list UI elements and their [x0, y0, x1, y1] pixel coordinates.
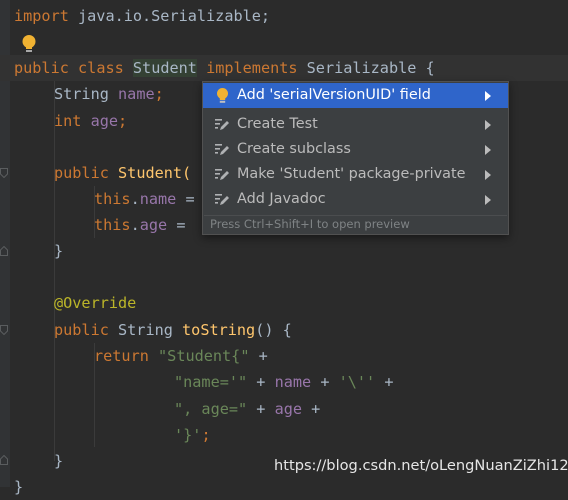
code-token: }	[14, 478, 24, 496]
method-name-token: toString	[182, 321, 256, 339]
lightbulb-icon[interactable]	[20, 34, 38, 54]
indent-guide	[54, 81, 55, 461]
code-token: +	[249, 347, 268, 365]
code-line: public Student(	[54, 160, 191, 186]
code-line: ", age=" + age +	[174, 396, 320, 422]
string-token: '}'	[174, 426, 202, 444]
edit-intention-icon	[214, 191, 231, 208]
string-token: ", age="	[174, 400, 248, 418]
string-token: "Student{"	[158, 347, 250, 365]
keyword-token: this	[94, 190, 131, 208]
field-token: age	[274, 400, 303, 418]
code-token: () {	[255, 321, 292, 339]
type-token: String	[108, 321, 183, 339]
code-token: +	[247, 373, 275, 391]
code-token: ;	[118, 112, 128, 130]
constructor-token: Student(	[118, 164, 192, 182]
keyword-token: this	[94, 216, 131, 234]
field-token: name	[118, 85, 155, 103]
code-line: return "Student{" +	[94, 343, 268, 369]
submenu-arrow-icon	[485, 145, 491, 155]
string-token: '\''	[338, 373, 376, 391]
code-token: ;	[154, 85, 164, 103]
keyword-token: public	[14, 59, 69, 77]
code-line: this.name =	[94, 186, 195, 212]
code-line: }	[54, 238, 63, 264]
menu-item-label: Create subclass	[237, 141, 351, 157]
fold-marker-icon[interactable]	[0, 246, 8, 256]
menu-item-create-test[interactable]: Create Test	[203, 112, 508, 137]
code-line: "name='" + name + '\'' +	[174, 369, 393, 395]
type-token: String	[54, 85, 109, 103]
code-token: .	[130, 190, 140, 208]
code-line: '}';	[174, 422, 211, 448]
keyword-token: public	[54, 164, 109, 182]
annotation-token: @Override	[54, 294, 137, 312]
edit-intention-icon	[214, 141, 231, 158]
code-token: java.io.Serializable;	[68, 7, 271, 25]
keyword-token: implements	[206, 59, 298, 77]
edit-intention-icon	[214, 166, 231, 183]
field-token: name	[274, 373, 312, 391]
field-token: age	[90, 112, 119, 130]
code-token: .	[130, 216, 140, 234]
code-line: }	[14, 474, 23, 500]
field-token: age	[139, 216, 168, 234]
code-line: public String toString() {	[54, 317, 292, 343]
fold-marker-icon[interactable]	[0, 168, 8, 178]
keyword-token: public	[54, 321, 109, 339]
menu-item-label: Make 'Student' package-private	[237, 166, 466, 182]
preview-hint: Press Ctrl+Shift+I to open preview	[210, 217, 410, 231]
menu-item-label: Add Javadoc	[237, 191, 326, 207]
keyword-token: int	[54, 112, 82, 130]
menu-item-add-serialversionuid[interactable]: Add 'serialVersionUID' field	[203, 83, 508, 108]
submenu-arrow-icon	[485, 91, 491, 101]
keyword-token: class	[78, 59, 124, 77]
submenu-arrow-icon	[485, 195, 491, 205]
class-name-token: Student	[132, 59, 197, 77]
menu-item-label: Add 'serialVersionUID' field	[237, 87, 431, 103]
intention-actions-popup: Add 'serialVersionUID' field Create Test…	[202, 81, 509, 235]
code-token: +	[375, 373, 394, 391]
menu-item-add-javadoc[interactable]: Add Javadoc	[203, 187, 508, 212]
code-token: +	[247, 400, 275, 418]
code-token: =	[176, 190, 195, 208]
watermark-text: https://blog.csdn.net/oLengNuanZiZhi12	[274, 457, 568, 474]
field-token: name	[139, 190, 177, 208]
submenu-arrow-icon	[485, 170, 491, 180]
code-line: import java.io.Serializable;	[14, 3, 270, 29]
code-token: =	[167, 216, 195, 234]
string-token: "name='"	[174, 373, 248, 391]
code-token: +	[302, 400, 321, 418]
menu-item-make-package-private[interactable]: Make 'Student' package-private	[203, 162, 508, 187]
code-token: ;	[201, 426, 211, 444]
code-line: }	[54, 448, 63, 474]
keyword-token: return	[94, 347, 149, 365]
code-token: +	[311, 373, 339, 391]
keyword-token: import	[14, 7, 69, 25]
edit-intention-icon	[214, 116, 231, 133]
code-token: }	[54, 452, 64, 470]
code-line: public class Student implements Serializ…	[14, 55, 435, 81]
code-line: @Override	[54, 290, 136, 316]
code-token: }	[54, 242, 64, 260]
fold-marker-icon[interactable]	[0, 325, 8, 335]
code-line: int age;	[54, 108, 127, 134]
menu-item-label: Create Test	[237, 116, 318, 132]
code-line: String name;	[54, 81, 164, 107]
fold-marker-icon[interactable]	[0, 455, 8, 465]
code-token: Serializable {	[297, 59, 435, 77]
lightbulb-icon	[214, 87, 231, 104]
menu-item-create-subclass[interactable]: Create subclass	[203, 137, 508, 162]
code-editor[interactable]: import java.io.Serializable; public clas…	[0, 0, 568, 496]
submenu-arrow-icon	[485, 120, 491, 130]
code-line: this.age =	[94, 212, 195, 238]
